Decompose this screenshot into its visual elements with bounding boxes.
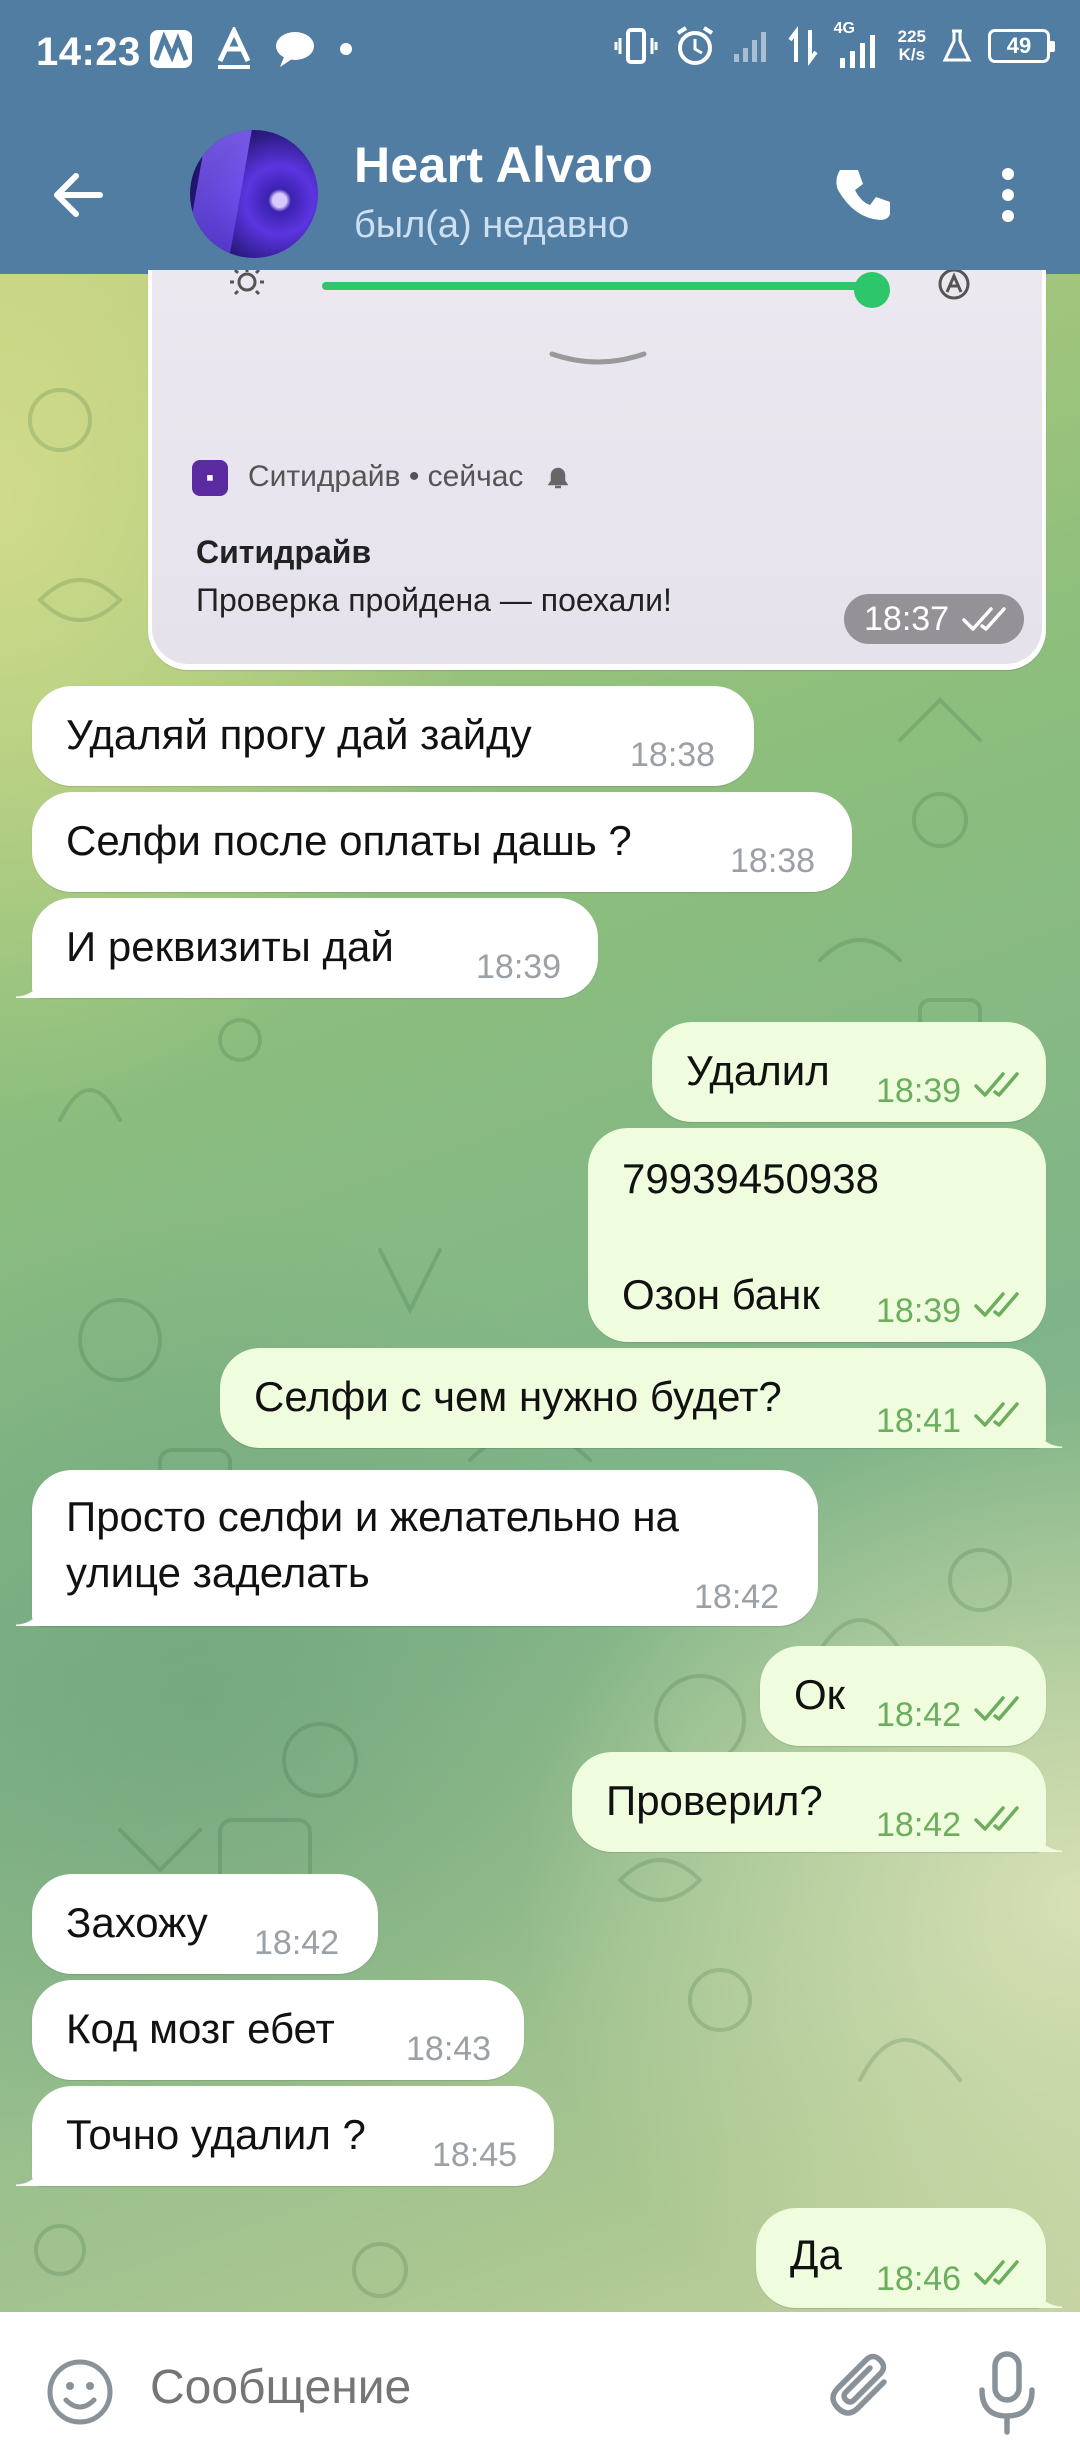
outgoing-message[interactable]: Удалил 18:39 [652, 1022, 1046, 1122]
message-time: 18:46 [876, 2260, 962, 2298]
screenshot-image-message[interactable]: ◼ Ситидрайв • сейчас Ситидрайв Проверка … [148, 270, 1046, 670]
message-time: 18:42 [694, 1578, 780, 1616]
status-bar: 14:23 4G 225 K/s 49 [0, 0, 1080, 108]
network-speed: 225 K/s [897, 27, 926, 64]
message-text: Удалил [686, 1047, 830, 1094]
message-time: 18:39 [876, 1292, 962, 1330]
double-check-icon [974, 2260, 1019, 2285]
incoming-message[interactable]: Захожу 18:42 [32, 1874, 378, 1974]
outgoing-message[interactable]: 79939450938 Озон банк 18:39 [588, 1128, 1046, 1342]
contact-name[interactable]: Heart Alvaro [354, 136, 653, 194]
incoming-message[interactable]: Точно удалил ? 18:45 [16, 2086, 554, 2186]
notification-body: Проверка пройдена — поехали! [196, 582, 672, 618]
outgoing-message[interactable]: Селфи с чем нужно будет? 18:41 [220, 1348, 1062, 1448]
message-text: И реквизиты дай [66, 923, 394, 970]
chat-header: Heart Alvaro был(а) недавно [0, 108, 1080, 274]
more-options-icon[interactable] [978, 160, 1038, 230]
message-time: 18:37 [844, 594, 1024, 644]
battery-indicator: 49 [988, 29, 1055, 63]
message-text-line: 79939450938 [622, 1155, 879, 1202]
font-a-icon [217, 27, 251, 69]
message-text: Да [790, 2231, 842, 2278]
bell-icon [547, 467, 569, 489]
flask-icon [942, 29, 972, 62]
message-composer [0, 2312, 1080, 2460]
message-time: 18:43 [406, 2030, 492, 2068]
notification-app-icon [150, 30, 192, 68]
incoming-message[interactable]: Код мозг ебет 18:43 [32, 1980, 524, 2080]
screenshot-image: ◼ Ситидрайв • сейчас Ситидрайв Проверка … [152, 270, 1042, 664]
notification-title: Ситидрайв [196, 534, 372, 570]
vibrate-icon [614, 28, 658, 64]
citydrive-app-icon: ◼ [192, 460, 228, 496]
emoji-icon[interactable] [44, 2356, 116, 2428]
message-text: Точно удалил ? [66, 2111, 366, 2158]
message-text: Ок [794, 1671, 846, 1718]
message-text: Проверил? [606, 1777, 823, 1824]
message-text-line: Просто селфи и желательно на [66, 1493, 679, 1540]
brightness-slider [322, 282, 872, 290]
message-input[interactable] [150, 2360, 770, 2415]
double-check-icon [974, 1696, 1019, 1721]
double-check-icon [974, 1806, 1019, 1831]
outgoing-message[interactable]: Ок 18:42 [760, 1646, 1046, 1746]
message-time: 18:42 [876, 1806, 962, 1844]
double-check-icon [962, 607, 1006, 631]
expand-handle-icon [549, 351, 647, 365]
contact-avatar[interactable] [190, 130, 318, 258]
double-check-icon [974, 1072, 1019, 1097]
outgoing-message[interactable]: Проверил? 18:42 [572, 1752, 1062, 1852]
incoming-message[interactable]: Просто селфи и желательно на улице задел… [16, 1470, 818, 1626]
message-text: Удаляй прогу дай зайду [66, 711, 532, 758]
auto-brightness-icon [938, 270, 970, 300]
message-time: 18:42 [876, 1696, 962, 1734]
incoming-message[interactable]: И реквизиты дай 18:39 [16, 898, 598, 998]
contact-last-seen: был(а) недавно [354, 204, 630, 246]
status-time: 14:23 [36, 30, 141, 74]
message-text: Код мозг ебет [66, 2005, 335, 2052]
message-time: 18:45 [432, 2136, 518, 2174]
data-transfer-icon [788, 26, 818, 66]
message-time: 18:38 [730, 842, 816, 880]
message-time: 18:38 [630, 736, 716, 774]
message-time: 18:39 [876, 1072, 962, 1110]
chat-bubble-icon [276, 32, 314, 67]
message-text-line: улице заделать [66, 1549, 370, 1596]
incoming-message[interactable]: Удаляй прогу дай зайду 18:38 [32, 686, 754, 786]
phone-call-icon[interactable] [830, 160, 900, 230]
message-time: 18:41 [876, 1402, 962, 1440]
notification-app-label: Ситидрайв • сейчас [248, 460, 524, 493]
message-text-line: Озон банк [622, 1271, 820, 1318]
brightness-slider-knob [854, 272, 890, 308]
alarm-icon [676, 26, 713, 65]
signal-weak-icon [733, 32, 766, 62]
message-text: Селфи с чем нужно будет? [254, 1373, 782, 1420]
incoming-message[interactable]: Селфи после оплаты дашь ? 18:38 [32, 792, 852, 892]
back-arrow-icon[interactable] [44, 160, 114, 230]
double-check-icon [974, 1402, 1019, 1427]
signal-4g-icon: 4G [834, 20, 882, 68]
dot-icon [340, 43, 352, 55]
message-text: Селфи после оплаты дашь ? [66, 817, 632, 864]
brightness-icon [230, 270, 264, 296]
outgoing-message[interactable]: Да 18:46 [756, 2208, 1062, 2308]
message-time: 18:42 [254, 1924, 340, 1962]
double-check-icon [974, 1292, 1019, 1317]
message-text: Захожу [66, 1899, 208, 1946]
message-time: 18:39 [476, 948, 562, 986]
microphone-icon[interactable] [972, 2348, 1042, 2438]
attach-paperclip-icon[interactable] [826, 2352, 906, 2432]
